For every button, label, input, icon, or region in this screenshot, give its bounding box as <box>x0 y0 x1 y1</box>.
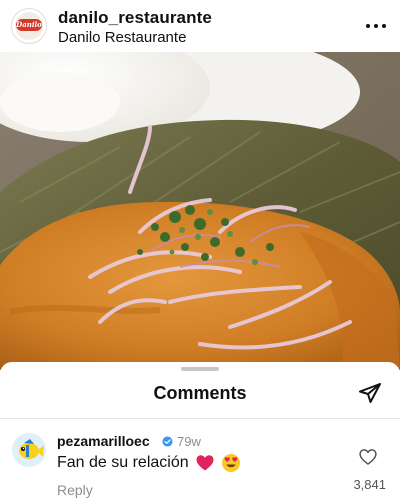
comment-text: Fan de su relación <box>57 454 189 471</box>
divider <box>0 418 400 419</box>
fish-avatar-icon <box>12 433 46 467</box>
verified-badge-icon <box>162 436 173 447</box>
comments-sheet: Comments pezamarilloec 79w Fan de su rel… <box>0 362 400 500</box>
commenter-avatar[interactable] <box>12 433 46 467</box>
username[interactable]: danilo_restaurante <box>58 8 212 28</box>
heart-eyes-face-icon <box>221 454 240 472</box>
more-options-icon[interactable] <box>366 17 386 35</box>
account-name: Danilo Restaurante <box>58 29 187 46</box>
comments-title: Comments <box>153 383 247 403</box>
heart-outline-icon[interactable] <box>358 447 378 467</box>
reply-button[interactable]: Reply <box>57 482 93 498</box>
avatar-logo: Danilo <box>16 19 42 31</box>
sheet-drag-handle[interactable] <box>181 367 219 371</box>
profile-avatar[interactable]: Danilo <box>11 8 47 44</box>
like-count: 3,841 <box>353 477 386 492</box>
dot <box>374 24 378 28</box>
dot <box>366 24 370 28</box>
comment-timestamp: 79w <box>177 434 201 449</box>
post-header: Danilo danilo_restaurante Danilo Restaur… <box>0 0 400 52</box>
post-image[interactable] <box>0 52 400 370</box>
dot <box>382 24 386 28</box>
commenter-username[interactable]: pezamarilloec <box>57 433 150 449</box>
red-heart-icon <box>196 455 214 471</box>
comment-body: Fan de su relación <box>57 453 241 473</box>
send-icon[interactable] <box>358 381 382 405</box>
food-illustration <box>0 52 400 370</box>
